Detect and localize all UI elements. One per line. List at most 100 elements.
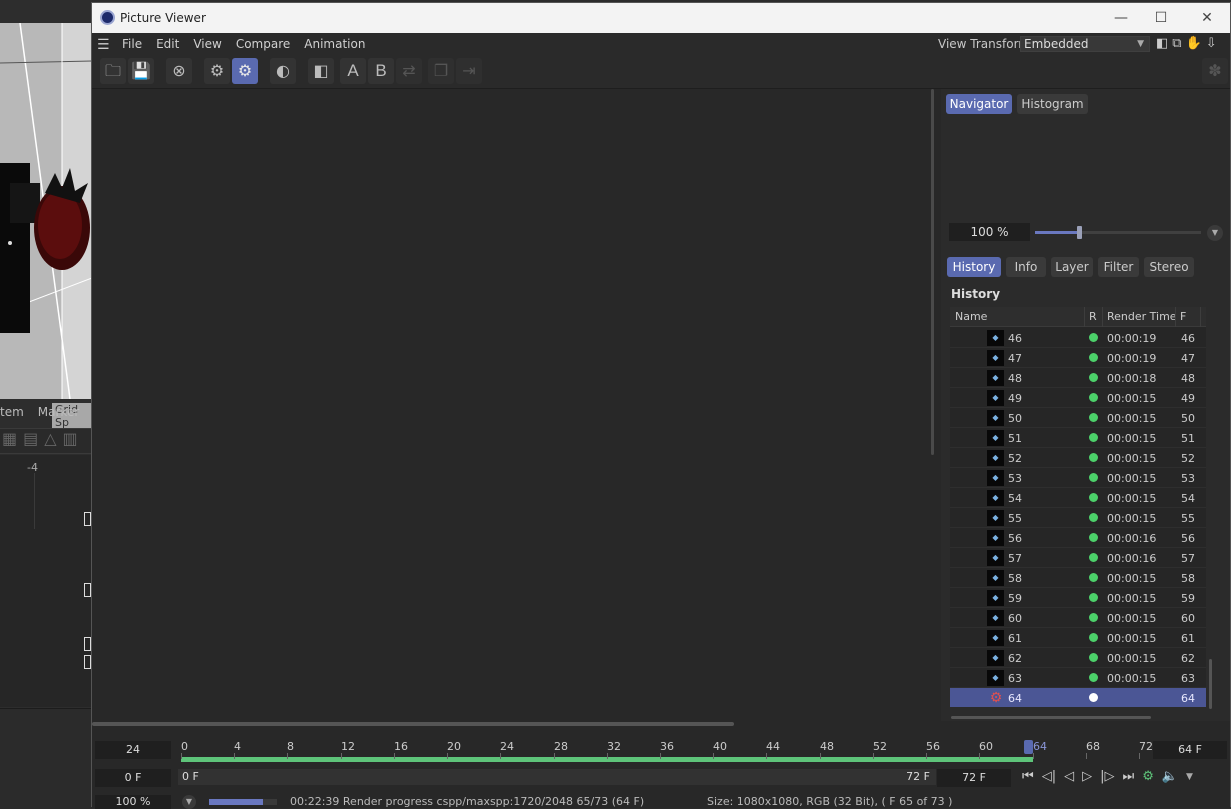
tab-info[interactable]: Info — [1006, 257, 1046, 277]
vertical-splitter[interactable] — [931, 89, 934, 455]
history-row[interactable]: ◆ 49 00:00:15 49 — [950, 388, 1206, 408]
history-row-name: 56 — [1008, 532, 1022, 545]
playhead-handle[interactable] — [1024, 740, 1033, 754]
current-frame-field[interactable]: 64 F — [1153, 741, 1227, 759]
end-frame-field[interactable]: 72 F — [937, 769, 1011, 787]
bg-keyframe[interactable] — [84, 512, 91, 526]
column-separator[interactable] — [1175, 307, 1176, 327]
maximize-icon[interactable]: ☐ — [1150, 7, 1172, 29]
tab-history[interactable]: History — [947, 257, 1001, 277]
tab-layer[interactable]: Layer — [1051, 257, 1093, 277]
preview-range-bar[interactable]: 0 F 72 F — [178, 769, 936, 785]
bg-keyframe[interactable] — [84, 655, 91, 669]
viewport-horizontal-scrollbar[interactable] — [92, 722, 734, 726]
zoom-slider-handle[interactable] — [1077, 226, 1082, 239]
title-bar[interactable]: Picture Viewer — ☐ ✕ — [92, 3, 1230, 33]
swap-icon[interactable]: ⇄ — [396, 58, 422, 84]
tab-histogram[interactable]: Histogram — [1017, 94, 1088, 114]
bg-keyframe[interactable] — [84, 637, 91, 651]
external-window-icon[interactable]: ⧉ — [1172, 36, 1181, 51]
zoom-input[interactable]: 100 % — [949, 223, 1030, 241]
history-row[interactable]: ◆ 60 00:00:15 60 — [950, 608, 1206, 628]
zoom-slider[interactable] — [1035, 226, 1201, 239]
render-region-icon[interactable]: ⚙ — [204, 58, 230, 84]
column-separator[interactable] — [1102, 307, 1103, 327]
bg-menu-item[interactable]: Marker — [38, 405, 79, 423]
auto-render-icon[interactable]: ⚙ — [232, 58, 258, 84]
transport-dropdown-icon[interactable]: ▼ — [1186, 769, 1193, 785]
history-row-render-time: 00:00:15 — [1107, 432, 1157, 445]
history-row[interactable]: ◆ 63 00:00:15 63 — [950, 668, 1206, 688]
split-compare-icon[interactable]: ◧ — [308, 58, 334, 84]
sound-icon[interactable]: 🔈 — [1162, 769, 1178, 785]
column-frame[interactable]: F — [1180, 310, 1186, 323]
history-horizontal-scrollbar[interactable] — [951, 716, 1151, 719]
history-row[interactable]: ◆ 46 00:00:19 46 — [950, 328, 1206, 348]
history-row[interactable]: ◆ 56 00:00:16 56 — [950, 528, 1206, 548]
menu-animation[interactable]: Animation — [304, 37, 365, 51]
history-row[interactable]: ◆ 50 00:00:15 50 — [950, 408, 1206, 428]
pan-hand-icon[interactable]: ✋ — [1186, 36, 1202, 51]
view-transform-dropdown[interactable]: Embedded ▼ — [1020, 36, 1150, 52]
history-row[interactable]: ◆ 62 00:00:15 62 — [950, 648, 1206, 668]
history-row[interactable]: ◆ 48 00:00:18 48 — [950, 368, 1206, 388]
bg-menu-item[interactable]: tem — [0, 405, 24, 423]
history-row[interactable]: ◆ 57 00:00:16 57 — [950, 548, 1206, 568]
render-status-dot — [1089, 393, 1098, 402]
column-render-time[interactable]: Render Time — [1107, 310, 1177, 323]
zoom-dropdown-icon[interactable]: ▼ — [1207, 225, 1223, 241]
contrast-icon[interactable]: ◐ — [270, 58, 296, 84]
panel-layout-icon[interactable]: ◧ — [1156, 36, 1168, 51]
menu-compare[interactable]: Compare — [236, 37, 290, 51]
export-icon[interactable]: ⇥ — [456, 58, 482, 84]
settings-cluster-icon[interactable]: ✽ — [1202, 58, 1228, 84]
go-to-start-icon[interactable]: ⏮ — [1022, 769, 1034, 785]
fps-field[interactable]: 24 — [95, 741, 171, 759]
column-r[interactable]: R — [1089, 310, 1097, 323]
bg-keyframe[interactable] — [84, 583, 91, 597]
history-row[interactable]: ◆ 47 00:00:19 47 — [950, 348, 1206, 368]
menu-file[interactable]: File — [122, 37, 142, 51]
step-forward-icon[interactable]: |▷ — [1100, 769, 1114, 785]
history-row-name: 55 — [1008, 512, 1022, 525]
history-row[interactable]: ◆ 61 00:00:15 61 — [950, 628, 1206, 648]
go-to-end-icon[interactable]: ⏭ — [1122, 769, 1134, 785]
render-loop-icon[interactable]: ⚙ — [1142, 769, 1154, 785]
history-vertical-scrollbar[interactable] — [1209, 659, 1212, 709]
save-icon[interactable]: 💾 — [128, 58, 154, 84]
pin-icon[interactable]: ⇩ — [1206, 36, 1217, 51]
compare-b-button[interactable]: B — [368, 58, 394, 84]
history-row[interactable]: ◆ 58 00:00:15 58 — [950, 568, 1206, 588]
minimize-icon[interactable]: — — [1110, 7, 1132, 29]
play-forward-icon[interactable]: ▷ — [1082, 769, 1092, 785]
tab-navigator[interactable]: Navigator — [946, 94, 1012, 114]
open-folder-icon[interactable]: 🗀 — [100, 58, 126, 84]
ruler-tick-mark — [554, 753, 555, 759]
column-separator[interactable] — [1084, 307, 1085, 327]
compare-a-button[interactable]: A — [340, 58, 366, 84]
history-row[interactable]: ◆ 51 00:00:15 51 — [950, 428, 1206, 448]
layer-stack-icon[interactable]: ❐ — [428, 58, 454, 84]
history-row[interactable]: ◆ 52 00:00:15 52 — [950, 448, 1206, 468]
timeline-ruler[interactable]: 0 4 8 12 16 20 24 28 32 36 40 44 48 52 56 60 64 68 72 — [181, 738, 1153, 762]
start-frame-field[interactable]: 0 F — [95, 769, 171, 787]
history-row[interactable]: ◆ 59 00:00:15 59 — [950, 588, 1206, 608]
column-separator[interactable] — [1200, 307, 1201, 327]
play-backward-icon[interactable]: ◁ — [1064, 769, 1074, 785]
menu-view[interactable]: View — [193, 37, 221, 51]
history-row[interactable]: ◆ 53 00:00:15 53 — [950, 468, 1206, 488]
stop-render-icon[interactable]: ⊗ — [166, 58, 192, 84]
history-row-render-time: 00:00:15 — [1107, 472, 1157, 485]
menu-edit[interactable]: Edit — [156, 37, 179, 51]
hamburger-menu-icon[interactable]: ☰ — [97, 37, 110, 53]
frame-thumbnail: ◆ — [987, 330, 1004, 346]
step-back-icon[interactable]: ◁| — [1042, 769, 1056, 785]
history-row[interactable]: ⚙ 64 64 — [950, 688, 1206, 707]
tab-filter[interactable]: Filter — [1098, 257, 1139, 277]
image-viewport[interactable] — [92, 89, 930, 721]
tab-stereo[interactable]: Stereo — [1144, 257, 1194, 277]
history-row[interactable]: ◆ 55 00:00:15 55 — [950, 508, 1206, 528]
column-name[interactable]: Name — [955, 310, 987, 323]
history-row[interactable]: ◆ 54 00:00:15 54 — [950, 488, 1206, 508]
close-icon[interactable]: ✕ — [1196, 7, 1218, 29]
